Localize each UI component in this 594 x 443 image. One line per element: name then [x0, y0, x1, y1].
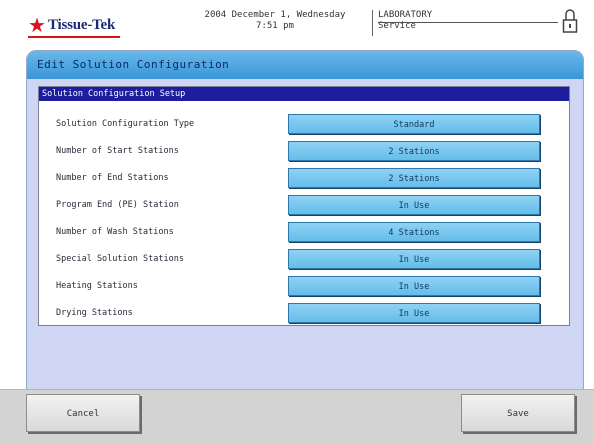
tissue-tek-logo: ★ Tissue-Tek — [28, 13, 115, 37]
lock-icon[interactable] — [561, 8, 579, 34]
date-text: 2004 December 1, Wednesday — [204, 10, 346, 20]
window-titlebar: Edit Solution Configuration — [27, 51, 583, 79]
drying-stations-label: Drying Stations — [56, 308, 133, 318]
end-stations-button[interactable]: 2 Stations — [288, 168, 540, 188]
access-level-line — [378, 22, 558, 23]
logo-underline — [28, 36, 120, 38]
user-level-text: LABORATORY — [378, 10, 433, 20]
solution-configuration-type-button[interactable]: Standard — [288, 114, 540, 134]
wash-stations-button[interactable]: 4 Stations — [288, 222, 540, 242]
window-title: Edit Solution Configuration — [37, 58, 230, 71]
solution-configuration-type-label: Solution Configuration Type — [56, 119, 195, 129]
special-solution-stations-button[interactable]: In Use — [288, 249, 540, 269]
special-solution-stations-label: Special Solution Stations — [56, 254, 184, 264]
heating-stations-label: Heating Stations — [56, 281, 138, 291]
header-divider — [372, 10, 373, 36]
drying-stations-button[interactable]: In Use — [288, 303, 540, 323]
cancel-button[interactable]: Cancel — [26, 394, 140, 432]
end-stations-label: Number of End Stations — [56, 173, 169, 183]
program-end-station-label: Program End (PE) Station — [56, 200, 179, 210]
panel-title: Solution Configuration Setup — [39, 87, 569, 101]
configuration-panel: Solution Configuration Setup Solution Co… — [38, 86, 570, 326]
logo-text: Tissue-Tek — [47, 16, 116, 33]
start-stations-label: Number of Start Stations — [56, 146, 179, 156]
time-text: 7:51 pm — [256, 21, 294, 31]
program-end-station-button[interactable]: In Use — [288, 195, 540, 215]
date-time-display: 2004 December 1, Wednesday 7:51 pm — [200, 10, 350, 32]
wash-stations-label: Number of Wash Stations — [56, 227, 174, 237]
save-button[interactable]: Save — [461, 394, 575, 432]
heating-stations-button[interactable]: In Use — [288, 276, 540, 296]
star-icon: ★ — [28, 13, 46, 37]
start-stations-button[interactable]: 2 Stations — [288, 141, 540, 161]
header-bar: ★ Tissue-Tek 2004 December 1, Wednesday … — [0, 0, 594, 48]
access-level-display: LABORATORY Service — [378, 10, 432, 32]
edit-solution-configuration-window: Edit Solution Configuration Solution Con… — [26, 50, 584, 390]
footer-bar: Cancel Save — [0, 389, 594, 443]
